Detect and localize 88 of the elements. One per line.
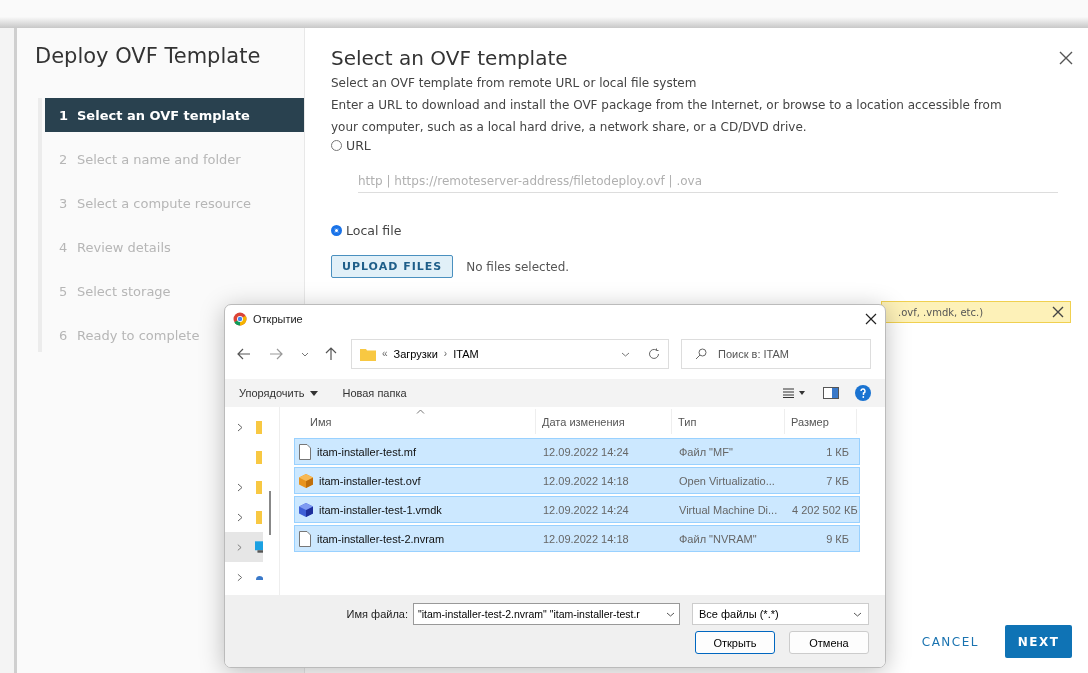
browser-logo-icon: [233, 312, 247, 326]
chevron-down-icon[interactable]: [666, 611, 675, 617]
breadcrumb-item[interactable]: Загрузки: [393, 348, 438, 360]
folder-icon: [256, 510, 262, 524]
folder-icon: [360, 347, 376, 361]
cancel-button[interactable]: CANCEL: [907, 625, 993, 658]
radio-button[interactable]: [331, 140, 342, 151]
chevron-down-icon[interactable]: [621, 351, 630, 357]
dialog-title: Открытие: [253, 313, 303, 325]
file-type-dropdown[interactable]: Все файлы (*.*): [692, 603, 869, 625]
forward-arrow-icon[interactable]: [269, 348, 283, 360]
radio-button[interactable]: [331, 225, 342, 236]
caret-icon: [310, 390, 319, 396]
breadcrumb-item[interactable]: ITAM: [453, 348, 479, 360]
close-icon[interactable]: [1059, 51, 1073, 65]
chevron-right-icon[interactable]: [237, 542, 242, 552]
chevron-down-icon[interactable]: [853, 611, 862, 617]
file-name: itam-installer-test.mf: [317, 445, 417, 458]
folder-icon: [256, 450, 262, 464]
breadcrumb-item[interactable]: «: [382, 348, 388, 360]
radio-label: URL: [346, 138, 371, 153]
network-icon: [255, 574, 263, 580]
file-name: itam-installer-test.ovf: [319, 474, 421, 487]
column-header[interactable]: Имя: [294, 409, 536, 434]
search-icon: [695, 348, 707, 360]
file-date: 12.09.2022 14:24: [542, 503, 630, 516]
file-date: 12.09.2022 14:18: [542, 532, 630, 545]
folder-icon: [256, 420, 262, 434]
monitor-icon: [254, 540, 263, 554]
upload-files-button[interactable]: UPLOAD FILES: [331, 255, 454, 278]
document-icon: [299, 443, 311, 460]
step-item[interactable]: 1 Select an OVF template: [45, 98, 304, 132]
view-menu-icon[interactable]: [783, 388, 807, 398]
cancel-button[interactable]: Отмена: [789, 631, 869, 654]
file-type: Файл "NVRAM": [678, 532, 758, 545]
file-size: 4 202 502 КБ: [791, 503, 855, 516]
chevron-right-icon[interactable]: [237, 482, 243, 492]
filter-value: Все файлы (*.*): [699, 608, 779, 620]
folder-icon: [256, 480, 262, 494]
column-header[interactable]: Дата изменения: [536, 409, 672, 434]
help-icon[interactable]: [855, 385, 871, 401]
document-icon: [299, 530, 311, 547]
file-row[interactable]: itam-installer-test-2.nvram 12.09.2022 14:18 Файл "NVRAM" 9 КБ: [294, 525, 860, 552]
file-size: 9 КБ: [825, 532, 850, 545]
file-type: Virtual Machine Di...: [678, 503, 779, 516]
file-date: 12.09.2022 14:24: [542, 445, 630, 458]
chevron-down-icon[interactable]: [301, 351, 309, 357]
search-field[interactable]: Поиск в: ITAM: [681, 339, 871, 369]
file-name: itam-installer-test-1.vmdk: [319, 503, 442, 516]
package-icon: [299, 473, 313, 488]
file-row[interactable]: itam-installer-test.mf 12.09.2022 14:24 Файл "MF" 1 КБ: [294, 438, 860, 465]
file-size: 7 КБ: [825, 474, 850, 487]
close-icon[interactable]: [1052, 306, 1064, 318]
chevron-right-icon[interactable]: [237, 512, 243, 522]
file-size: 1 КБ: [825, 445, 850, 458]
upload-status: No files selected.: [466, 259, 570, 274]
file-date: 12.09.2022 14:18: [542, 474, 630, 487]
description-text: Enter a URL to download and install the OVF package from the Internet, or browse to a location accessible from your computer, such as a local hard drive, a network share, or a CD/DVD drive.: [331, 97, 1003, 136]
warning-text: .ovf, .vmdk, etc.): [898, 306, 984, 318]
filename-value: "itam-installer-test-2.nvram" "itam-installer-test.r: [418, 608, 641, 620]
page-heading: Select an OVF template: [331, 46, 568, 70]
refresh-icon[interactable]: [648, 348, 660, 360]
back-arrow-icon[interactable]: [237, 348, 251, 360]
up-arrow-icon[interactable]: [325, 347, 337, 361]
column-header[interactable]: Тип: [672, 409, 785, 434]
breadcrumb-item[interactable]: ›: [443, 348, 448, 360]
close-icon[interactable]: [865, 313, 877, 325]
filename-label: Имя файла:: [346, 608, 408, 620]
address-bar[interactable]: « Загрузки › ITAM: [351, 339, 669, 369]
file-row[interactable]: itam-installer-test-1.vmdk 12.09.2022 14:24 Virtual Machine Di... 4 202 502 КБ: [294, 496, 860, 523]
filename-field[interactable]: "itam-installer-test-2.nvram" "itam-installer-test.r: [413, 603, 680, 625]
file-name: itam-installer-test-2.nvram: [317, 532, 445, 545]
wizard-title: Deploy OVF Template: [34, 44, 262, 70]
new-folder-button[interactable]: Новая папка: [338, 387, 411, 399]
organize-button[interactable]: Упорядочить: [235, 387, 323, 399]
intro-text: Select an OVF template from remote URL or local file system: [331, 75, 698, 92]
column-header[interactable]: Размер: [785, 409, 857, 434]
file-row[interactable]: itam-installer-test.ovf 12.09.2022 14:18 Open Virtualizatio... 7 КБ: [294, 467, 860, 494]
preview-pane-icon[interactable]: [823, 387, 839, 399]
next-button[interactable]: NEXT: [1005, 625, 1072, 658]
chevron-right-icon[interactable]: [237, 422, 243, 432]
open-button[interactable]: Открыть: [695, 631, 775, 654]
file-type: Open Virtualizatio...: [678, 474, 776, 487]
chevron-right-icon[interactable]: [237, 572, 243, 582]
radio-label: Local file: [346, 223, 402, 238]
file-type: Файл "MF": [678, 445, 734, 458]
cube-icon: [299, 502, 313, 517]
sort-caret-icon: [416, 409, 425, 414]
